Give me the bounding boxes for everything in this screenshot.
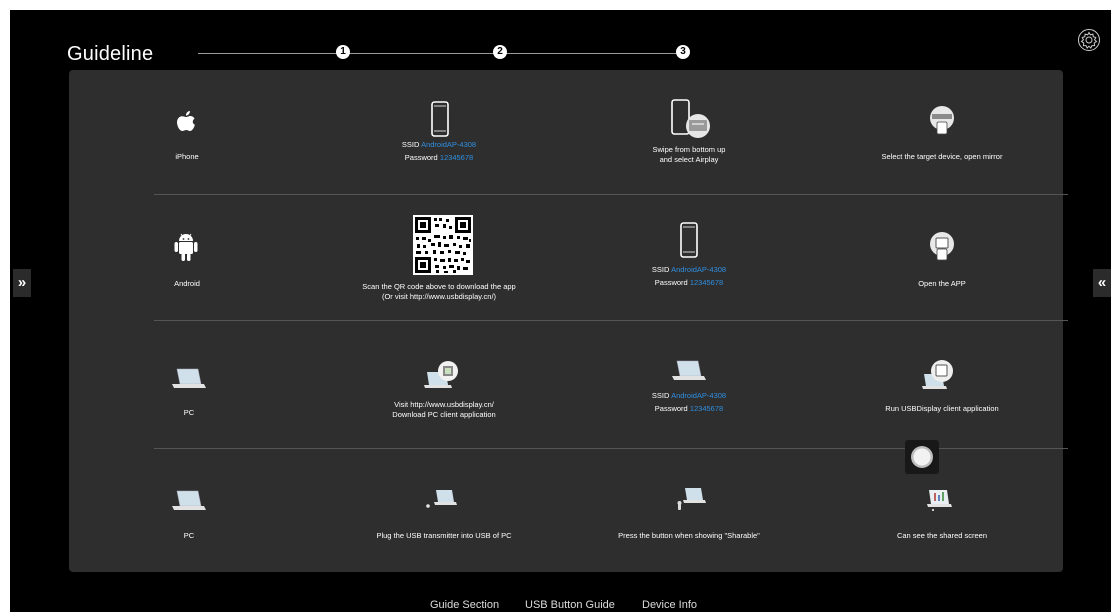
instruction-text: Plug the USB transmitter into USB of PC: [376, 531, 512, 540]
tab-usb-button-guide[interactable]: USB Button Guide: [525, 599, 615, 611]
expand-left-button[interactable]: »: [13, 269, 31, 297]
guideline-panel: iPhone SSID AndroidAP-4308 Password 1234…: [69, 70, 1068, 572]
device-label: iPhone: [175, 152, 199, 161]
instruction-text: Scan the QR code above to download the a…: [362, 282, 516, 301]
instruction-text: Swipe from bottom up and select Airplay: [652, 145, 726, 164]
step-1-marker: 1: [336, 45, 350, 59]
wifi-info: SSID AndroidAP-4308 Password 12345678: [401, 140, 477, 162]
client-app-icon: [922, 360, 953, 389]
tab-guide-section[interactable]: Guide Section: [430, 599, 499, 611]
expand-right-button[interactable]: «: [1093, 269, 1111, 297]
instruction-text: Press the button when showing "Sharable": [618, 531, 760, 540]
laptop-icon: [172, 490, 206, 510]
apple-icon: [177, 111, 195, 131]
gear-icon[interactable]: [1077, 28, 1101, 52]
screen: Guideline 1 2 3 » « iPhone SSID AndroidA…: [10, 10, 1111, 612]
mirror-icon: [930, 106, 954, 135]
wifi-info: SSID AndroidAP-4308 Password 12345678: [651, 265, 727, 287]
device-label: PC: [183, 531, 195, 540]
phone-airplay-icon: [671, 99, 710, 138]
device-label: PC: [183, 408, 195, 417]
laptop-icon: [172, 368, 206, 388]
laptop-icon: [672, 360, 706, 380]
device-label: Android: [174, 279, 200, 288]
phone-icon: [680, 222, 698, 258]
instruction-text: Select the target device, open mirror: [881, 152, 1003, 161]
usb-button-icon: [677, 488, 706, 510]
page-title: Guideline: [67, 43, 154, 65]
shared-screen-icon: [927, 490, 952, 511]
usb-transmitter-icon: [426, 490, 457, 508]
record-button-icon: [905, 440, 939, 474]
wifi-info: SSID AndroidAP-4308 Password 12345678: [651, 391, 727, 413]
qr-code-icon: [413, 215, 473, 275]
row-divider: [154, 320, 1068, 321]
android-icon: [174, 233, 198, 261]
app-icon: [930, 232, 954, 261]
laptop-download-icon: [424, 361, 458, 388]
tab-device-info[interactable]: Device Info: [642, 599, 697, 611]
step-3-marker: 3: [676, 45, 690, 59]
steps-progress-line: [198, 53, 688, 54]
bottom-tab-bar: Guide Section USB Button Guide Device In…: [10, 599, 1111, 612]
step-2-marker: 2: [493, 45, 507, 59]
instruction-text: Can see the shared screen: [896, 531, 988, 540]
row-divider: [154, 194, 1068, 195]
instruction-text: Open the APP: [918, 279, 966, 288]
instruction-text: Run USBDisplay client application: [885, 404, 999, 413]
phone-icon: [431, 101, 449, 137]
instruction-text: Visit http://www.usbdisplay.cn/ Download…: [392, 400, 496, 419]
